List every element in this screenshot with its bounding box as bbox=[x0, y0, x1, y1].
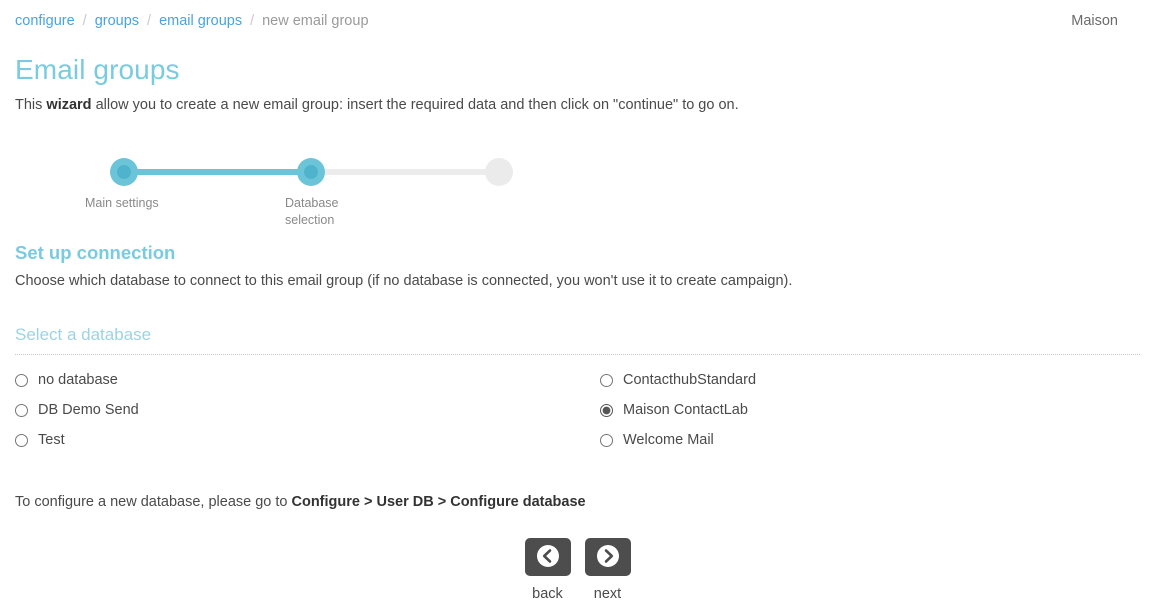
radio-input-welcome-mail[interactable] bbox=[600, 433, 613, 447]
radio-label-contacthub-standard: ContacthubStandard bbox=[623, 372, 757, 389]
radio-label-db-demo-send: DB Demo Send bbox=[38, 402, 139, 419]
breadcrumb-separator: / bbox=[147, 13, 152, 29]
database-options-group: no database DB Demo Send Test Contacthub… bbox=[15, 371, 1140, 449]
radio-input-test[interactable] bbox=[15, 433, 28, 447]
chevron-left-circle-icon bbox=[536, 544, 560, 571]
breadcrumb-item-current: new email group bbox=[262, 13, 369, 29]
wizard-navigation: back next bbox=[15, 538, 1140, 602]
page-content: Email groups This wizard allow you to cr… bbox=[0, 42, 1155, 602]
next-nav-item: next bbox=[584, 538, 631, 603]
radio-label-test: Test bbox=[38, 432, 65, 449]
next-button[interactable] bbox=[584, 538, 631, 577]
back-button-caption: back bbox=[532, 586, 563, 603]
radio-label-welcome-mail: Welcome Mail bbox=[623, 432, 714, 449]
wizard-stepper: Main settings Database selection bbox=[15, 150, 515, 228]
radio-option-welcome-mail[interactable]: Welcome Mail bbox=[600, 431, 1140, 449]
footer-note-prefix: To configure a new database, please go t… bbox=[15, 494, 292, 511]
radio-input-maison-contactlab[interactable] bbox=[600, 403, 613, 417]
stepper-label-database-selection: Database selection bbox=[285, 196, 339, 227]
radio-option-contacthub-standard[interactable]: ContacthubStandard bbox=[600, 371, 1140, 389]
stepper-node-main-settings[interactable] bbox=[110, 158, 138, 187]
radio-label-no-database: no database bbox=[38, 372, 118, 389]
stepper-node-database-selection[interactable] bbox=[297, 158, 325, 187]
footer-note-path: Configure > User DB > Configure database bbox=[291, 494, 586, 511]
back-button[interactable] bbox=[524, 538, 571, 577]
legend-divider bbox=[15, 354, 1140, 356]
radio-label-maison-contactlab: Maison ContactLab bbox=[623, 402, 748, 419]
radio-option-maison-contactlab[interactable]: Maison ContactLab bbox=[600, 401, 1140, 419]
page-title: Email groups bbox=[15, 54, 180, 85]
radio-input-db-demo-send[interactable] bbox=[15, 403, 28, 417]
page-intro-prefix: This bbox=[15, 97, 47, 114]
topbar: configure / groups / email groups / new … bbox=[0, 0, 1155, 42]
next-button-caption: next bbox=[593, 586, 622, 603]
radio-option-no-database[interactable]: no database bbox=[15, 371, 600, 389]
user-account-label[interactable]: Maison bbox=[1071, 13, 1140, 29]
breadcrumb-item-groups[interactable]: groups bbox=[95, 13, 139, 29]
radio-option-db-demo-send[interactable]: DB Demo Send bbox=[15, 401, 600, 419]
section-title: Set up connection bbox=[15, 242, 176, 264]
chevron-right-circle-icon bbox=[596, 544, 620, 571]
radio-input-contacthub-standard[interactable] bbox=[600, 373, 613, 387]
field-legend-select-database: Select a database bbox=[15, 325, 152, 345]
breadcrumb: configure / groups / email groups / new … bbox=[15, 13, 369, 29]
radio-input-no-database[interactable] bbox=[15, 373, 28, 387]
breadcrumb-separator: / bbox=[250, 13, 255, 29]
section-description: Choose which database to connect to this… bbox=[15, 273, 793, 290]
radio-option-test[interactable]: Test bbox=[15, 431, 600, 449]
footer-note: To configure a new database, please go t… bbox=[15, 493, 1140, 512]
stepper-node-step-3[interactable] bbox=[485, 158, 513, 187]
back-nav-item: back bbox=[524, 538, 571, 603]
breadcrumb-item-email-groups[interactable]: email groups bbox=[159, 13, 242, 29]
page-intro-emphasis: wizard bbox=[46, 97, 92, 114]
page-intro-suffix: allow you to create a new email group: i… bbox=[91, 97, 739, 114]
page-intro: This wizard allow you to create a new em… bbox=[15, 96, 1140, 115]
breadcrumb-separator: / bbox=[82, 13, 87, 29]
stepper-connector-1 bbox=[124, 169, 312, 176]
stepper-connector-2 bbox=[311, 169, 501, 176]
stepper-label-main-settings: Main settings bbox=[85, 196, 159, 211]
breadcrumb-item-configure[interactable]: configure bbox=[15, 13, 75, 29]
